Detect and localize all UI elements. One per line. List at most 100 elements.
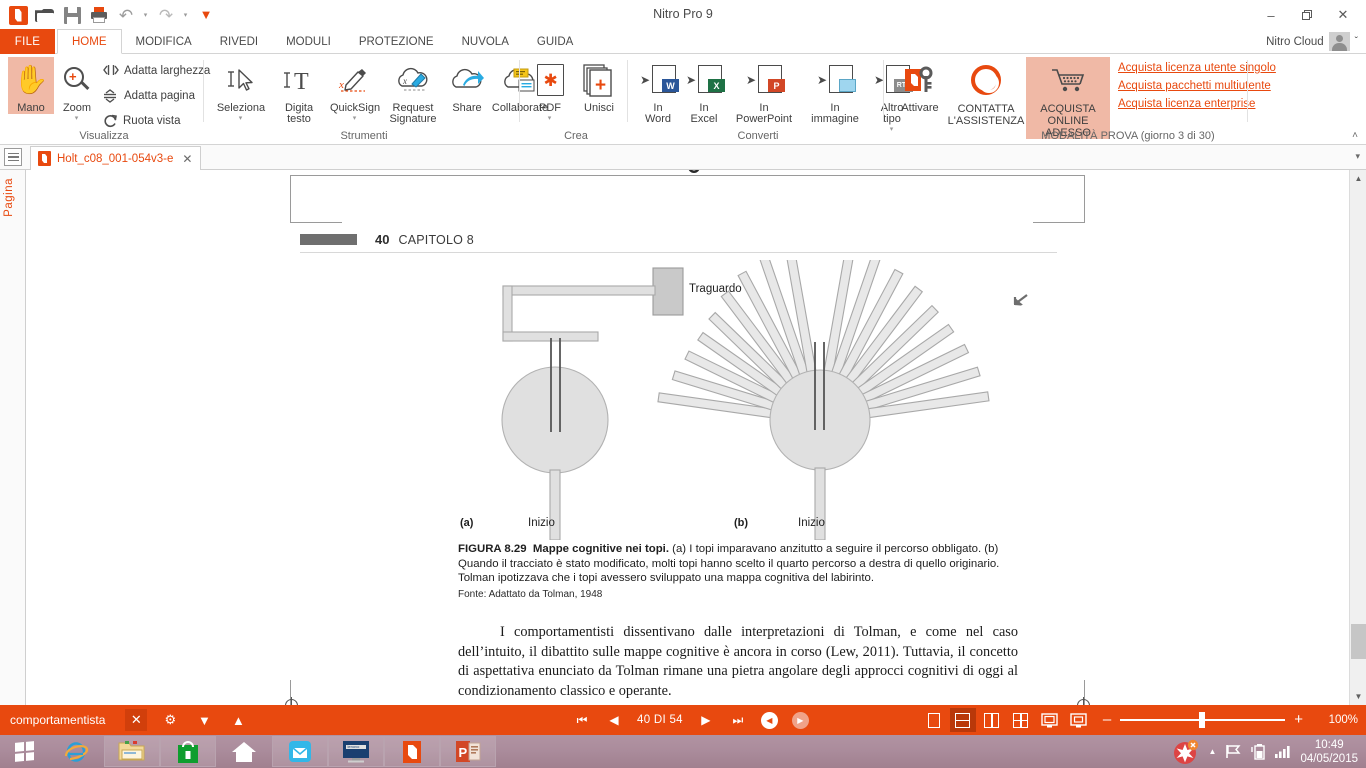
nitro-pro-icon[interactable] <box>384 736 440 767</box>
contact-support-button[interactable]: CONTATTA L'ASSISTENZA <box>948 57 1024 127</box>
battery-icon[interactable] <box>1251 743 1266 760</box>
restore-button[interactable] <box>1290 4 1324 26</box>
tab-home[interactable]: HOME <box>57 29 122 54</box>
start-button[interactable] <box>0 735 48 768</box>
tab-modifica[interactable]: MODIFICA <box>122 29 206 54</box>
select-dropdown-icon[interactable]: ▾ <box>239 114 243 122</box>
hand-tool-button[interactable]: ✋ Mano <box>8 57 54 114</box>
goal-box <box>652 267 684 316</box>
signal-icon[interactable] <box>1274 744 1291 759</box>
home-icon[interactable] <box>216 736 272 767</box>
find-prev-icon[interactable]: ▲ <box>227 709 249 731</box>
account-menu[interactable]: Nitro Cloud ˇ <box>1266 32 1358 51</box>
next-page-icon[interactable]: ▶ <box>697 710 715 730</box>
tab-guida[interactable]: GUIDA <box>523 29 587 54</box>
single-page-view-button[interactable] <box>921 708 947 732</box>
link-single-user-license[interactable]: Acquista licenza utente singolo <box>1118 62 1276 74</box>
document-tab[interactable]: Holt_c08_001-054v3-e ✕ <box>30 146 202 170</box>
mail-icon[interactable] <box>272 736 328 767</box>
tab-nuvola[interactable]: NUVOLA <box>448 29 523 54</box>
minimize-button[interactable]: – <box>1254 4 1288 26</box>
file-explorer-icon[interactable] <box>104 736 160 767</box>
fit-width-button[interactable]: Adatta larghezza <box>100 60 213 82</box>
group-label-converti: Converti <box>737 130 779 142</box>
create-pdf-dropdown-icon[interactable]: ▾ <box>548 114 552 122</box>
zoom-level[interactable]: 100% <box>1320 714 1358 726</box>
continuous-view-button[interactable] <box>949 708 976 732</box>
last-page-icon[interactable]: ⏭ <box>729 710 747 730</box>
activate-key-icon <box>903 60 937 100</box>
internet-explorer-icon[interactable] <box>48 736 104 767</box>
clock[interactable]: 10:49 04/05/2015 <box>1300 738 1358 766</box>
request-signature-icon: x <box>394 60 432 100</box>
convert-to-powerpoint-button[interactable]: ➤ P In PowerPoint <box>728 57 800 125</box>
convert-to-word-button[interactable]: ➤ W In Word <box>636 57 680 125</box>
link-enterprise-license[interactable]: Acquista licenza enterprise <box>1118 98 1276 110</box>
close-icon[interactable]: ✕ <box>182 152 192 166</box>
rotate-view-button[interactable]: Ruota vista <box>100 110 184 132</box>
find-settings-icon[interactable]: ⚙ <box>159 709 181 731</box>
tab-rivedi[interactable]: RIVEDI <box>206 29 272 54</box>
first-page-icon[interactable]: ⏮ <box>573 710 591 730</box>
tab-protezione[interactable]: PROTEZIONE <box>345 29 448 54</box>
share-button[interactable]: Share <box>446 57 488 114</box>
navigate-back-icon[interactable]: ◀ <box>760 711 778 729</box>
scrollbar-thumb[interactable] <box>1351 624 1366 659</box>
activate-button[interactable]: Attivare <box>894 57 946 114</box>
powerpoint-icon[interactable]: P <box>440 736 496 767</box>
scroll-down-icon[interactable]: ▼ <box>1350 688 1366 705</box>
zoom-out-button[interactable]: – <box>1103 712 1111 727</box>
navigate-forward-icon[interactable]: ▶ <box>791 711 809 729</box>
panel-b-maze <box>657 245 990 541</box>
side-panel-toggle[interactable] <box>4 148 22 166</box>
convert-to-image-button[interactable]: ➤ In immagine <box>802 57 868 125</box>
presentation-view-button[interactable] <box>1066 708 1092 732</box>
zoom-slider[interactable] <box>1120 712 1286 728</box>
antivirus-alert-icon[interactable] <box>1173 739 1200 765</box>
network-flag-icon[interactable] <box>1225 744 1242 759</box>
previous-page-icon[interactable]: ◀ <box>605 710 623 730</box>
svg-text:x: x <box>402 76 407 86</box>
grid-view-button[interactable] <box>1008 708 1034 732</box>
fit-page-button[interactable]: Adatta pagina <box>100 85 198 107</box>
lenovo-icon[interactable]: lenovo <box>328 736 384 767</box>
zoom-in-button[interactable]: + <box>1294 712 1303 727</box>
windows-store-icon[interactable] <box>160 736 216 767</box>
page-counter[interactable]: 40 DI 54 <box>637 714 683 726</box>
buy-online-button[interactable]: ACQUISTA ONLINE ADESSO <box>1026 57 1110 139</box>
chevron-down-icon[interactable]: ▾ <box>1355 151 1360 162</box>
convert-to-excel-button[interactable]: ➤ X In Excel <box>682 57 726 125</box>
sidebar-item-pagina[interactable]: Pagina <box>3 178 15 217</box>
close-find-icon[interactable]: ✕ <box>125 709 148 731</box>
share-icon <box>449 60 485 100</box>
type-text-button[interactable]: T Digita testo <box>270 57 328 125</box>
scroll-up-icon[interactable]: ▲ <box>1350 170 1366 187</box>
vertical-scrollbar[interactable]: ▲ ▼ <box>1349 170 1366 705</box>
window-controls: – ✕ <box>1254 4 1360 26</box>
link-multiuser-packs[interactable]: Acquista pacchetti multiutente <box>1118 80 1276 92</box>
document-view[interactable]: 40 CAPITOLO 8 .corr{fill:#e0e0e0;stroke:… <box>26 170 1349 705</box>
request-signature-button[interactable]: x Request Signature <box>382 57 444 125</box>
tab-moduli[interactable]: MODULI <box>272 29 345 54</box>
fit-screen-view-button[interactable] <box>1037 708 1063 732</box>
zoom-dropdown-icon[interactable]: ▾ <box>75 114 79 122</box>
combine-button[interactable]: + Unisci <box>574 57 624 114</box>
find-next-icon[interactable]: ▼ <box>193 709 215 731</box>
trial-mode-label: MODALITÀ PROVA (giorno 3 di 30) <box>1041 130 1215 142</box>
zoom-slider-thumb[interactable] <box>1199 712 1206 728</box>
to-excel-icon: ➤ X <box>686 60 725 100</box>
zoom-tool-button[interactable]: + Zoom ▾ <box>56 57 98 122</box>
select-tool-button[interactable]: Seleziona ▾ <box>212 57 270 122</box>
collapse-ribbon-icon[interactable]: ˄ <box>1352 130 1358 141</box>
create-pdf-button[interactable]: ✱ PDF ▾ <box>528 57 572 122</box>
quicksign-dropdown-icon[interactable]: ▾ <box>353 114 357 122</box>
close-button[interactable]: ✕ <box>1326 4 1360 26</box>
ribbon-group-crea: ✱ PDF ▾ + Unisci Crea <box>524 54 628 144</box>
page-navigation: ⏮ ◀ 40 DI 54 ▶ ⏭ ◀ ▶ <box>573 710 809 730</box>
registration-mark-top <box>686 170 702 176</box>
show-hidden-icons-icon[interactable]: ▲ <box>1209 747 1217 756</box>
svg-text:T: T <box>294 69 309 94</box>
quicksign-button[interactable]: x QuickSign ▾ <box>326 57 384 122</box>
tab-file[interactable]: FILE <box>0 29 55 54</box>
two-page-view-button[interactable] <box>979 708 1005 732</box>
